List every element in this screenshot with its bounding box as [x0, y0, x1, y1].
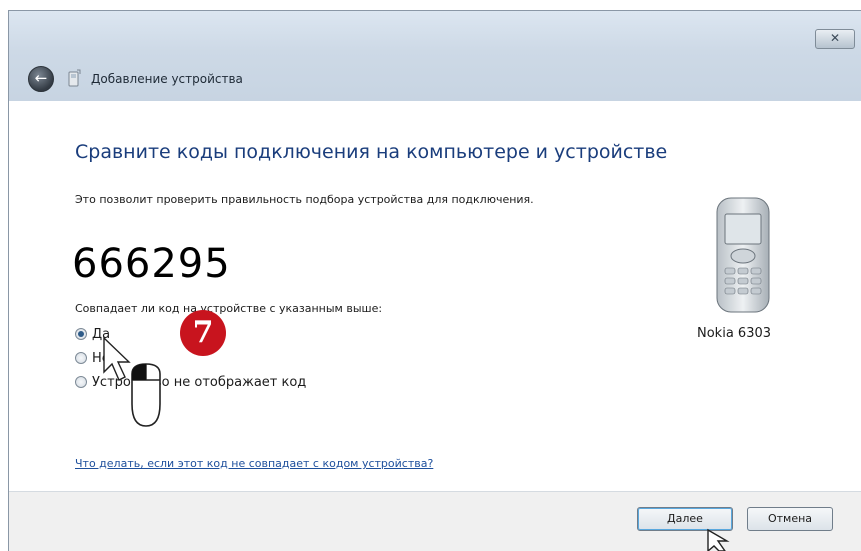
- footer-bar: Далее Отмена: [9, 491, 861, 551]
- radio-option-yes[interactable]: Да: [75, 325, 110, 343]
- radio-label: Нет: [92, 350, 118, 366]
- back-button[interactable]: ←: [28, 66, 54, 92]
- device-name: Nokia 6303: [697, 326, 772, 341]
- radio-button[interactable]: [75, 352, 87, 364]
- close-icon: ✕: [829, 31, 841, 45]
- description-text: Это позволит проверить правильность подб…: [75, 193, 534, 206]
- help-link[interactable]: Что делать, если этот код не совпадает с…: [75, 457, 433, 470]
- back-arrow-icon: ←: [34, 69, 48, 87]
- page-title: Сравните коды подключения на компьютере …: [75, 141, 668, 163]
- radio-option-no-code[interactable]: Устройство не отображает код: [75, 373, 306, 391]
- device-icon: [68, 69, 81, 87]
- radio-label: Да: [92, 326, 111, 342]
- content-area: Сравните коды подключения на компьютере …: [9, 101, 861, 491]
- radio-option-no[interactable]: Нет: [75, 349, 117, 367]
- step-badge: 7: [180, 310, 226, 356]
- phone-icon: [716, 197, 770, 313]
- next-button[interactable]: Далее: [637, 507, 733, 531]
- pairing-code: 666295: [72, 241, 231, 287]
- question-label: Совпадает ли код на устройстве с указанн…: [75, 302, 383, 315]
- radio-label: Устройство не отображает код: [92, 374, 307, 390]
- wizard-window: ✕ ← Добавление устройства Сравните коды …: [8, 10, 861, 551]
- window-title: Добавление устройства: [91, 72, 243, 86]
- title-bar: ✕ ← Добавление устройства: [9, 11, 861, 101]
- cancel-button[interactable]: Отмена: [747, 507, 833, 531]
- radio-button[interactable]: [75, 328, 87, 340]
- close-button[interactable]: ✕: [815, 29, 855, 49]
- radio-button[interactable]: [75, 376, 87, 388]
